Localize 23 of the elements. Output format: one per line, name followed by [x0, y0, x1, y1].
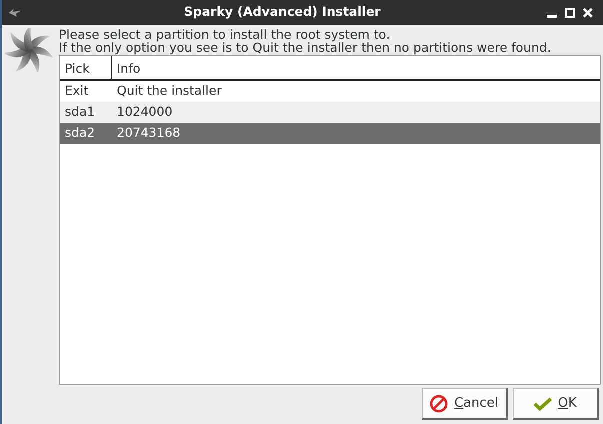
instruction-text: Please select a partition to install the root system to.: [59, 28, 392, 41]
column-header[interactable]: Pick: [60, 56, 112, 79]
close-icon: [583, 8, 593, 18]
minimize-icon: [547, 14, 557, 18]
window-title: Sparky (Advanced) Installer: [183, 3, 382, 22]
table-cell-text: sda2: [64, 124, 96, 142]
cancel-button[interactable]: Cancel: [422, 388, 508, 420]
maximize-icon: [565, 8, 575, 18]
table-cell-text: sda1: [64, 103, 96, 122]
table-cell-text: 20743168: [116, 124, 181, 142]
checkmark-icon: [534, 396, 552, 410]
table-row[interactable]: sda1 1024000: [60, 102, 600, 123]
table-cell-text: Exit: [64, 82, 90, 100]
table-row[interactable]: Exit Quit the installer: [60, 81, 600, 102]
swirl-logo-icon: [5, 28, 53, 72]
ok-button[interactable]: OK: [513, 388, 599, 420]
table-cell-text: 1024000: [116, 103, 173, 122]
window-menu-icon[interactable]: [8, 8, 22, 18]
table-row[interactable]: sda2 20743168: [60, 123, 600, 144]
instruction-text: If the only option you see is to Quit the installer then no partitions were found.: [59, 41, 552, 54]
table-cell-text: Quit the installer: [116, 82, 222, 100]
column-header[interactable]: Info: [112, 56, 146, 79]
cancel-icon: [430, 394, 448, 412]
